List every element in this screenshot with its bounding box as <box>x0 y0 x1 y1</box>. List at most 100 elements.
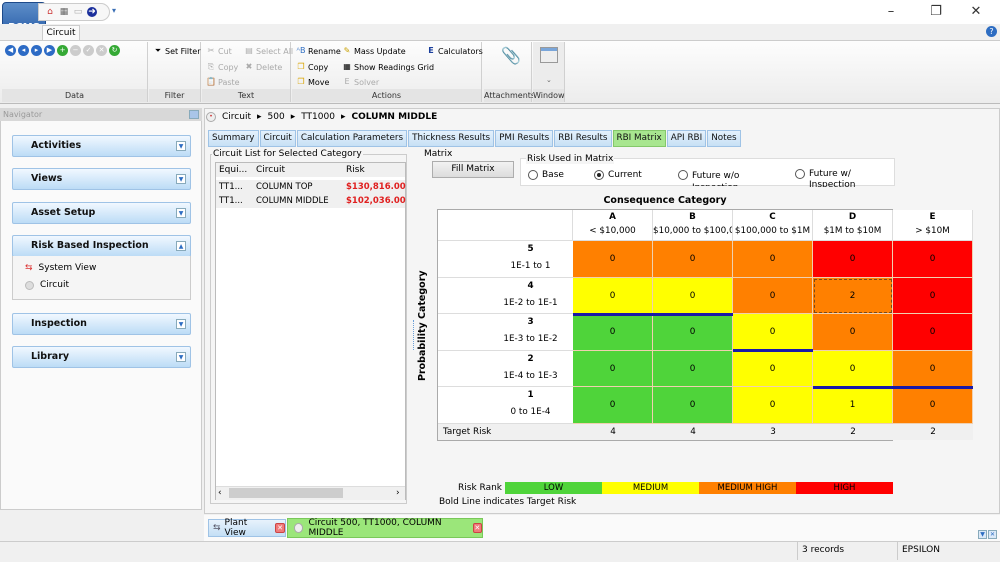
minimize-button[interactable]: – <box>881 4 901 19</box>
move-button[interactable]: ❐ Move <box>296 77 329 87</box>
matrix-cell[interactable]: 0 <box>653 277 733 315</box>
matrix-cell[interactable]: 0 <box>733 241 813 278</box>
close-button[interactable]: ✕ <box>966 4 986 19</box>
nav-section-inspection[interactable]: Inspection ▼ <box>12 313 191 335</box>
tab-rbi-matrix[interactable]: RBI Matrix <box>612 130 666 147</box>
matrix-cell[interactable]: 0 <box>893 350 973 388</box>
table-row[interactable]: TT1... COLUMN TOP $130,816.00 <box>216 180 406 194</box>
matrix-cell[interactable]: 0 <box>653 350 733 388</box>
first-record-icon[interactable]: ◀ <box>5 45 16 56</box>
chevron-down-icon[interactable]: ▼ <box>978 530 987 539</box>
chevron-down-icon[interactable]: ▼ <box>176 208 186 218</box>
column-header-risk[interactable]: Risk <box>346 165 365 175</box>
rename-button[interactable]: ᴬB Rename <box>296 46 341 56</box>
customize-toolbar-icon[interactable]: ▾ <box>112 6 116 15</box>
column-header-circuit[interactable]: Circuit <box>256 165 285 175</box>
copy-button[interactable]: ❐ Copy <box>296 62 328 72</box>
radio-indicator[interactable] <box>528 170 538 180</box>
tab-api-rbi[interactable]: API RBI <box>666 130 707 147</box>
matrix-cell[interactable]: 0 <box>733 387 813 424</box>
matrix-cell[interactable]: 0 <box>893 387 973 424</box>
set-filter-button[interactable]: ⏷ Set Filter <box>153 46 201 56</box>
chevron-up-icon[interactable]: ▲ <box>176 241 186 251</box>
nav-section-library[interactable]: Library ▼ <box>12 346 191 368</box>
matrix-cell[interactable]: 2 <box>813 277 893 315</box>
radio-indicator[interactable] <box>795 169 805 179</box>
tab-circuit[interactable]: Circuit <box>259 130 296 147</box>
last-record-icon[interactable]: ▶ <box>44 45 55 56</box>
nav-section-asset-setup[interactable]: Asset Setup ▼ <box>12 202 191 224</box>
navigate-icon[interactable]: ➜ <box>87 7 97 17</box>
tab-notes[interactable]: Notes <box>707 130 741 147</box>
chevron-down-icon[interactable]: ⌄ <box>546 76 552 84</box>
chevron-down-icon[interactable]: ▼ <box>176 174 186 184</box>
close-tab-icon[interactable]: ✕ <box>275 523 285 533</box>
column-header-equipment[interactable]: Equi... <box>219 165 247 175</box>
radio-current[interactable]: Current <box>594 170 642 180</box>
calculators-button[interactable]: E Calculators <box>426 46 483 56</box>
report-icon[interactable]: ▭ <box>73 7 83 17</box>
matrix-cell[interactable]: 1 <box>813 387 893 424</box>
nav-section-risk-based-inspection[interactable]: Risk Based Inspection ▲ <box>12 235 191 257</box>
scrollbar-thumb[interactable] <box>229 488 343 498</box>
matrix-cell[interactable]: 0 <box>893 241 973 278</box>
tab-summary[interactable]: Summary <box>208 130 259 147</box>
matrix-cell[interactable]: 0 <box>733 277 813 315</box>
fill-matrix-button[interactable]: Fill Matrix <box>432 161 514 178</box>
matrix-cell[interactable]: 0 <box>573 314 653 351</box>
scroll-right-icon[interactable]: › <box>396 488 400 498</box>
nav-section-views[interactable]: Views ▼ <box>12 168 191 190</box>
matrix-cell[interactable]: 0 <box>813 350 893 388</box>
radio-future-with-inspection[interactable]: Future w/ Inspection <box>795 169 865 187</box>
radio-indicator[interactable] <box>678 170 688 180</box>
doc-tab-circuit[interactable]: Circuit 500, TT1000, COLUMN MIDDLE ✕ <box>287 518 483 538</box>
chevron-down-icon[interactable]: ▼ <box>176 319 186 329</box>
matrix-cell[interactable]: 0 <box>813 314 893 351</box>
matrix-cell[interactable]: 0 <box>813 241 893 278</box>
nav-section-activities[interactable]: Activities ▼ <box>12 135 191 157</box>
chevron-down-icon[interactable]: ▼ <box>176 141 186 151</box>
radio-indicator[interactable] <box>594 170 604 180</box>
prev-record-icon[interactable]: ◂ <box>18 45 29 56</box>
pin-icon[interactable] <box>189 110 199 119</box>
matrix-cell[interactable]: 0 <box>573 350 653 388</box>
nav-item-system-view[interactable]: ⇆ System View <box>25 263 96 273</box>
scroll-left-icon[interactable]: ‹ <box>218 488 222 498</box>
mass-update-button[interactable]: ✎ Mass Update <box>342 46 406 56</box>
matrix-cell[interactable]: 0 <box>573 387 653 424</box>
add-record-icon[interactable]: + <box>57 45 68 56</box>
matrix-cell[interactable]: 0 <box>653 387 733 424</box>
tab-rbi-results[interactable]: RBI Results <box>554 130 612 147</box>
help-icon[interactable]: ? <box>986 26 997 37</box>
breadcrumb-item[interactable]: TT1000 <box>301 112 335 122</box>
matrix-cell[interactable]: 0 <box>733 350 813 388</box>
matrix-cell[interactable]: 0 <box>653 241 733 278</box>
breadcrumb-item[interactable]: 500 <box>268 112 285 122</box>
radio-base[interactable]: Base <box>528 170 564 180</box>
window-icon[interactable] <box>540 47 558 63</box>
calculator-icon[interactable]: ▦ <box>59 7 69 17</box>
matrix-cell[interactable]: 0 <box>653 314 733 351</box>
home-icon[interactable]: ⌂ <box>45 7 55 17</box>
table-row[interactable]: TT1... COLUMN MIDDLE $102,036.00 <box>216 194 406 208</box>
refresh-icon[interactable]: ↻ <box>109 45 120 56</box>
tab-pmi-results[interactable]: PMI Results <box>495 130 554 147</box>
radio-future-without-inspection[interactable]: Future w/o Inspection <box>678 170 748 186</box>
tab-thickness-results[interactable]: Thickness Results <box>408 130 495 147</box>
breadcrumb-item[interactable]: Circuit <box>222 112 251 122</box>
attachment-icon[interactable]: 📎 <box>501 46 521 65</box>
matrix-cell[interactable]: 0 <box>893 277 973 315</box>
close-tab-icon[interactable]: ✕ <box>472 523 482 533</box>
matrix-cell[interactable]: 0 <box>573 241 653 278</box>
ribbon-tab-circuit[interactable]: Circuit <box>42 25 80 41</box>
matrix-cell[interactable]: 0 <box>733 314 813 351</box>
close-icon[interactable]: ✕ <box>988 530 997 539</box>
chevron-down-icon[interactable]: ▼ <box>176 352 186 362</box>
matrix-cell[interactable]: 0 <box>893 314 973 351</box>
matrix-cell[interactable]: 0 <box>573 277 653 315</box>
tab-calculation-parameters[interactable]: Calculation Parameters <box>296 130 408 147</box>
show-readings-grid-button[interactable]: ▦ Show Readings Grid <box>342 62 434 72</box>
next-record-icon[interactable]: ▸ <box>31 45 42 56</box>
nav-item-circuit[interactable]: Circuit <box>25 280 69 290</box>
maximize-button[interactable]: ❐ <box>926 4 946 19</box>
